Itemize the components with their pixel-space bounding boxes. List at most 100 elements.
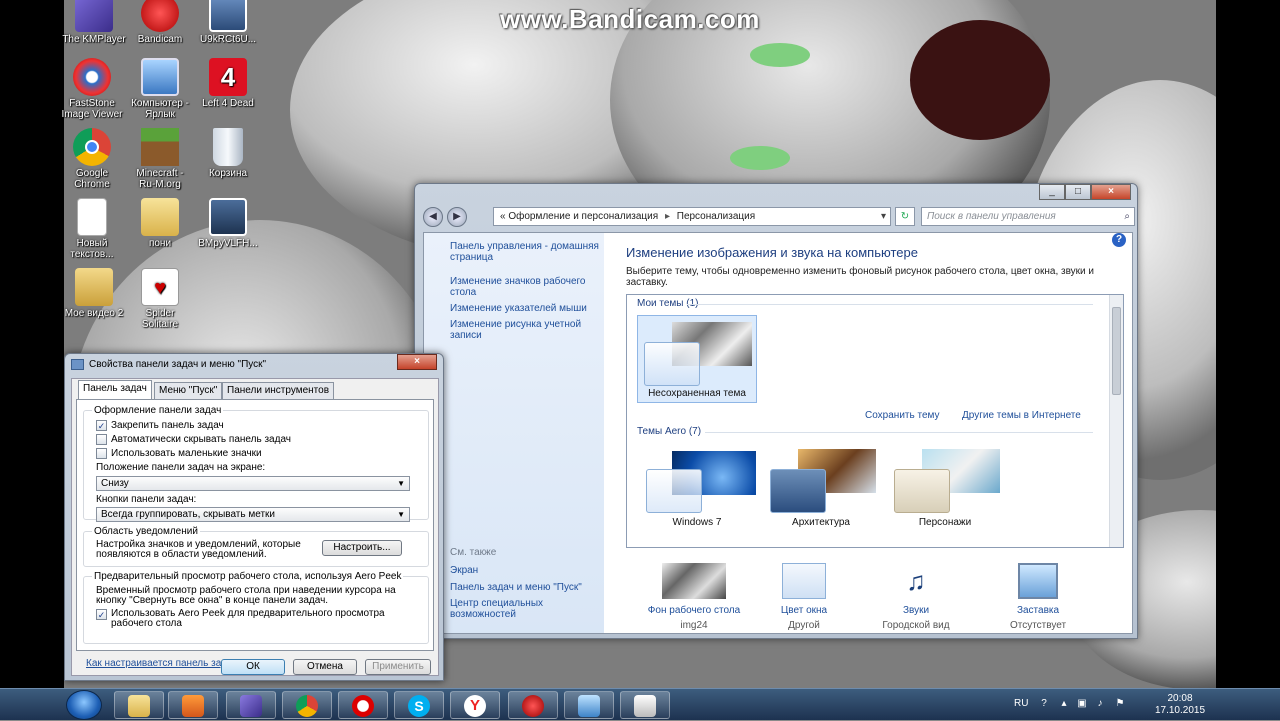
help-icon[interactable]: ? xyxy=(1112,233,1126,247)
back-button[interactable]: ◀ xyxy=(423,207,443,227)
forward-button[interactable]: ▶ xyxy=(447,207,467,227)
more-themes-online-link[interactable]: Другие темы в Интернете xyxy=(962,410,1081,421)
desktop-icon-text-file[interactable]: Новый текстов... xyxy=(60,198,124,260)
address-bar[interactable]: « Оформление и персонализация ▸ Персонал… xyxy=(493,207,891,226)
desktop-icon-spider-solitaire[interactable]: ♥ Spider Solitaire xyxy=(128,268,192,330)
theme-architecture[interactable]: Архитектура xyxy=(761,449,881,528)
desktop-icon-kmplayer[interactable]: The KMPlayer xyxy=(62,0,126,45)
desktop-icon-faststone[interactable]: FastStone Image Viewer xyxy=(60,58,124,120)
autohide-taskbar-checkbox[interactable]: Автоматически скрывать панель задач xyxy=(96,434,291,445)
volume-icon[interactable]: ♪ xyxy=(1094,698,1106,710)
link-change-account-picture[interactable]: Изменение рисунка учетной записи xyxy=(450,319,604,341)
link-taskbar-start-menu[interactable]: Панель задач и меню "Пуск" xyxy=(450,582,604,593)
desktop-icon-chrome[interactable]: Google Chrome xyxy=(60,128,124,190)
taskbar-bandicam[interactable] xyxy=(508,691,558,719)
dialog-body: Панель задач Меню "Пуск" Панели инструме… xyxy=(71,378,439,676)
maximize-button[interactable]: □ xyxy=(1065,184,1091,200)
close-button[interactable]: × xyxy=(397,354,437,370)
link-change-desktop-icons[interactable]: Изменение значков рабочего стола xyxy=(450,276,604,298)
bandicam-icon xyxy=(141,0,179,32)
tab-taskbar[interactable]: Панель задач xyxy=(78,380,152,400)
taskbar-explorer[interactable] xyxy=(114,691,164,719)
desktop-icon-bandicam[interactable]: Bandicam xyxy=(128,0,192,45)
theme-unsaved[interactable]: Несохраненная тема xyxy=(637,315,757,403)
language-indicator[interactable]: RU xyxy=(1014,698,1028,709)
breadcrumb-item[interactable]: Оформление и персонализация xyxy=(508,211,658,222)
link-change-mouse-pointers[interactable]: Изменение указателей мыши xyxy=(450,303,604,314)
aero-peek-checkbox[interactable]: ✓ Использовать Aero Peek для предварител… xyxy=(96,609,406,629)
flag-icon[interactable]: ⚑ xyxy=(1114,698,1126,710)
screensaver-setting[interactable]: Заставка Отсутствует xyxy=(978,563,1098,631)
opera-icon xyxy=(352,695,374,717)
aero-themes-header: Темы Aero (7) xyxy=(637,426,702,437)
theme-characters[interactable]: Персонажи xyxy=(885,449,1005,528)
right-black-bar xyxy=(1216,0,1280,688)
window-color-setting[interactable]: Цвет окна Другой xyxy=(744,563,864,631)
dialog-icon xyxy=(71,359,84,370)
desktop-icon-left4dead[interactable]: 4 Left 4 Dead xyxy=(196,58,260,109)
cancel-button[interactable]: Отмена xyxy=(293,659,357,675)
minimize-button[interactable]: _ xyxy=(1039,184,1065,200)
taskbar-properties-dialog: Свойства панели задач и меню "Пуск" × Па… xyxy=(64,353,444,681)
tab-start-menu[interactable]: Меню "Пуск" xyxy=(154,382,223,399)
chrome-icon xyxy=(73,128,111,166)
search-icon[interactable]: ⌕ xyxy=(1124,208,1130,225)
search-input[interactable]: Поиск в панели управления ⌕ xyxy=(921,207,1135,226)
desktop-icon-video-folder[interactable]: Мое видео 2 xyxy=(62,268,126,319)
help-link[interactable]: Как настраивается панель задач? xyxy=(86,658,243,669)
kmplayer-icon xyxy=(75,0,113,32)
desktop-background-setting[interactable]: Фон рабочего стола img24 xyxy=(634,563,754,631)
tab-toolbars[interactable]: Панели инструментов xyxy=(222,382,335,399)
start-button[interactable] xyxy=(66,690,102,720)
theme-windows7[interactable]: Windows 7 xyxy=(637,449,757,528)
taskbar-yandex[interactable]: Y xyxy=(450,691,500,719)
tab-panel-taskbar: Оформление панели задач ✓ Закрепить пане… xyxy=(76,399,434,651)
small-icons-checkbox[interactable]: Использовать маленькие значки xyxy=(96,448,262,459)
ok-button[interactable]: ОК xyxy=(221,659,285,675)
chevron-up-icon[interactable]: ▴ xyxy=(1058,698,1070,710)
taskbar-position-select[interactable]: Снизу ▼ xyxy=(96,476,410,491)
taskbar-control-panel[interactable] xyxy=(564,691,614,719)
clock[interactable]: 20:08 17.10.2015 xyxy=(1150,693,1210,717)
bandicam-watermark: www.Bandicam.com xyxy=(500,4,760,34)
desktop-icon-minecraft[interactable]: Minecraft - Ru-M.org xyxy=(128,128,192,190)
link-control-panel-home[interactable]: Панель управления - домашняя страница xyxy=(450,241,604,263)
computer-icon xyxy=(141,58,179,96)
taskbar-opera[interactable] xyxy=(338,691,388,719)
theme-list-scrollbar[interactable] xyxy=(1109,295,1123,547)
desktop-icon-image-1[interactable]: U9kRCt6U... xyxy=(196,0,260,45)
chevron-down-icon: ▼ xyxy=(397,479,405,488)
lock-taskbar-checkbox[interactable]: ✓ Закрепить панель задач xyxy=(96,420,224,431)
left4dead-icon: 4 xyxy=(209,58,247,96)
checkbox-unchecked-icon xyxy=(96,434,107,445)
desktop-icon-computer[interactable]: Компьютер - Ярлык xyxy=(128,58,192,120)
customize-button[interactable]: Настроить... xyxy=(322,540,402,556)
taskbar-chrome[interactable] xyxy=(282,691,332,719)
group-notification-area: Область уведомлений Настройка значков и … xyxy=(83,526,429,567)
main-pane: ? Изменение изображения и звука на компь… xyxy=(604,233,1132,633)
taskbar-media-player[interactable] xyxy=(168,691,218,719)
refresh-icon[interactable]: ↻ xyxy=(895,207,915,226)
desktop-icon-folder-pony[interactable]: пони xyxy=(128,198,192,249)
close-button[interactable]: × xyxy=(1091,184,1131,200)
image-file-icon xyxy=(209,198,247,236)
breadcrumb-item[interactable]: Персонализация xyxy=(677,211,755,222)
taskbar-properties[interactable] xyxy=(620,691,670,719)
taskbar-buttons-select[interactable]: Всегда группировать, скрывать метки ▼ xyxy=(96,507,410,522)
taskbar-skype[interactable]: S xyxy=(394,691,444,719)
folder-icon xyxy=(75,268,113,306)
desktop-icon-image-2[interactable]: BMpyVLFH... xyxy=(196,198,260,249)
link-ease-of-access[interactable]: Центр специальных возможностей xyxy=(450,598,604,620)
help-icon[interactable]: ? xyxy=(1038,698,1050,710)
address-dropdown-icon[interactable]: ▾ xyxy=(881,208,886,225)
network-icon[interactable]: ▣ xyxy=(1076,698,1088,710)
taskbar-kmplayer[interactable] xyxy=(226,691,276,719)
glass-preview xyxy=(894,469,950,513)
scrollbar-thumb[interactable] xyxy=(1112,307,1121,395)
desktop-icon-recycle-bin[interactable]: Корзина xyxy=(196,128,260,179)
save-theme-link[interactable]: Сохранить тему xyxy=(865,410,940,421)
apply-button[interactable]: Применить xyxy=(365,659,431,675)
link-display[interactable]: Экран xyxy=(450,565,604,576)
theme-thumbnail xyxy=(642,320,752,386)
sounds-setting[interactable]: ♫ Звуки Городской вид xyxy=(856,563,976,631)
